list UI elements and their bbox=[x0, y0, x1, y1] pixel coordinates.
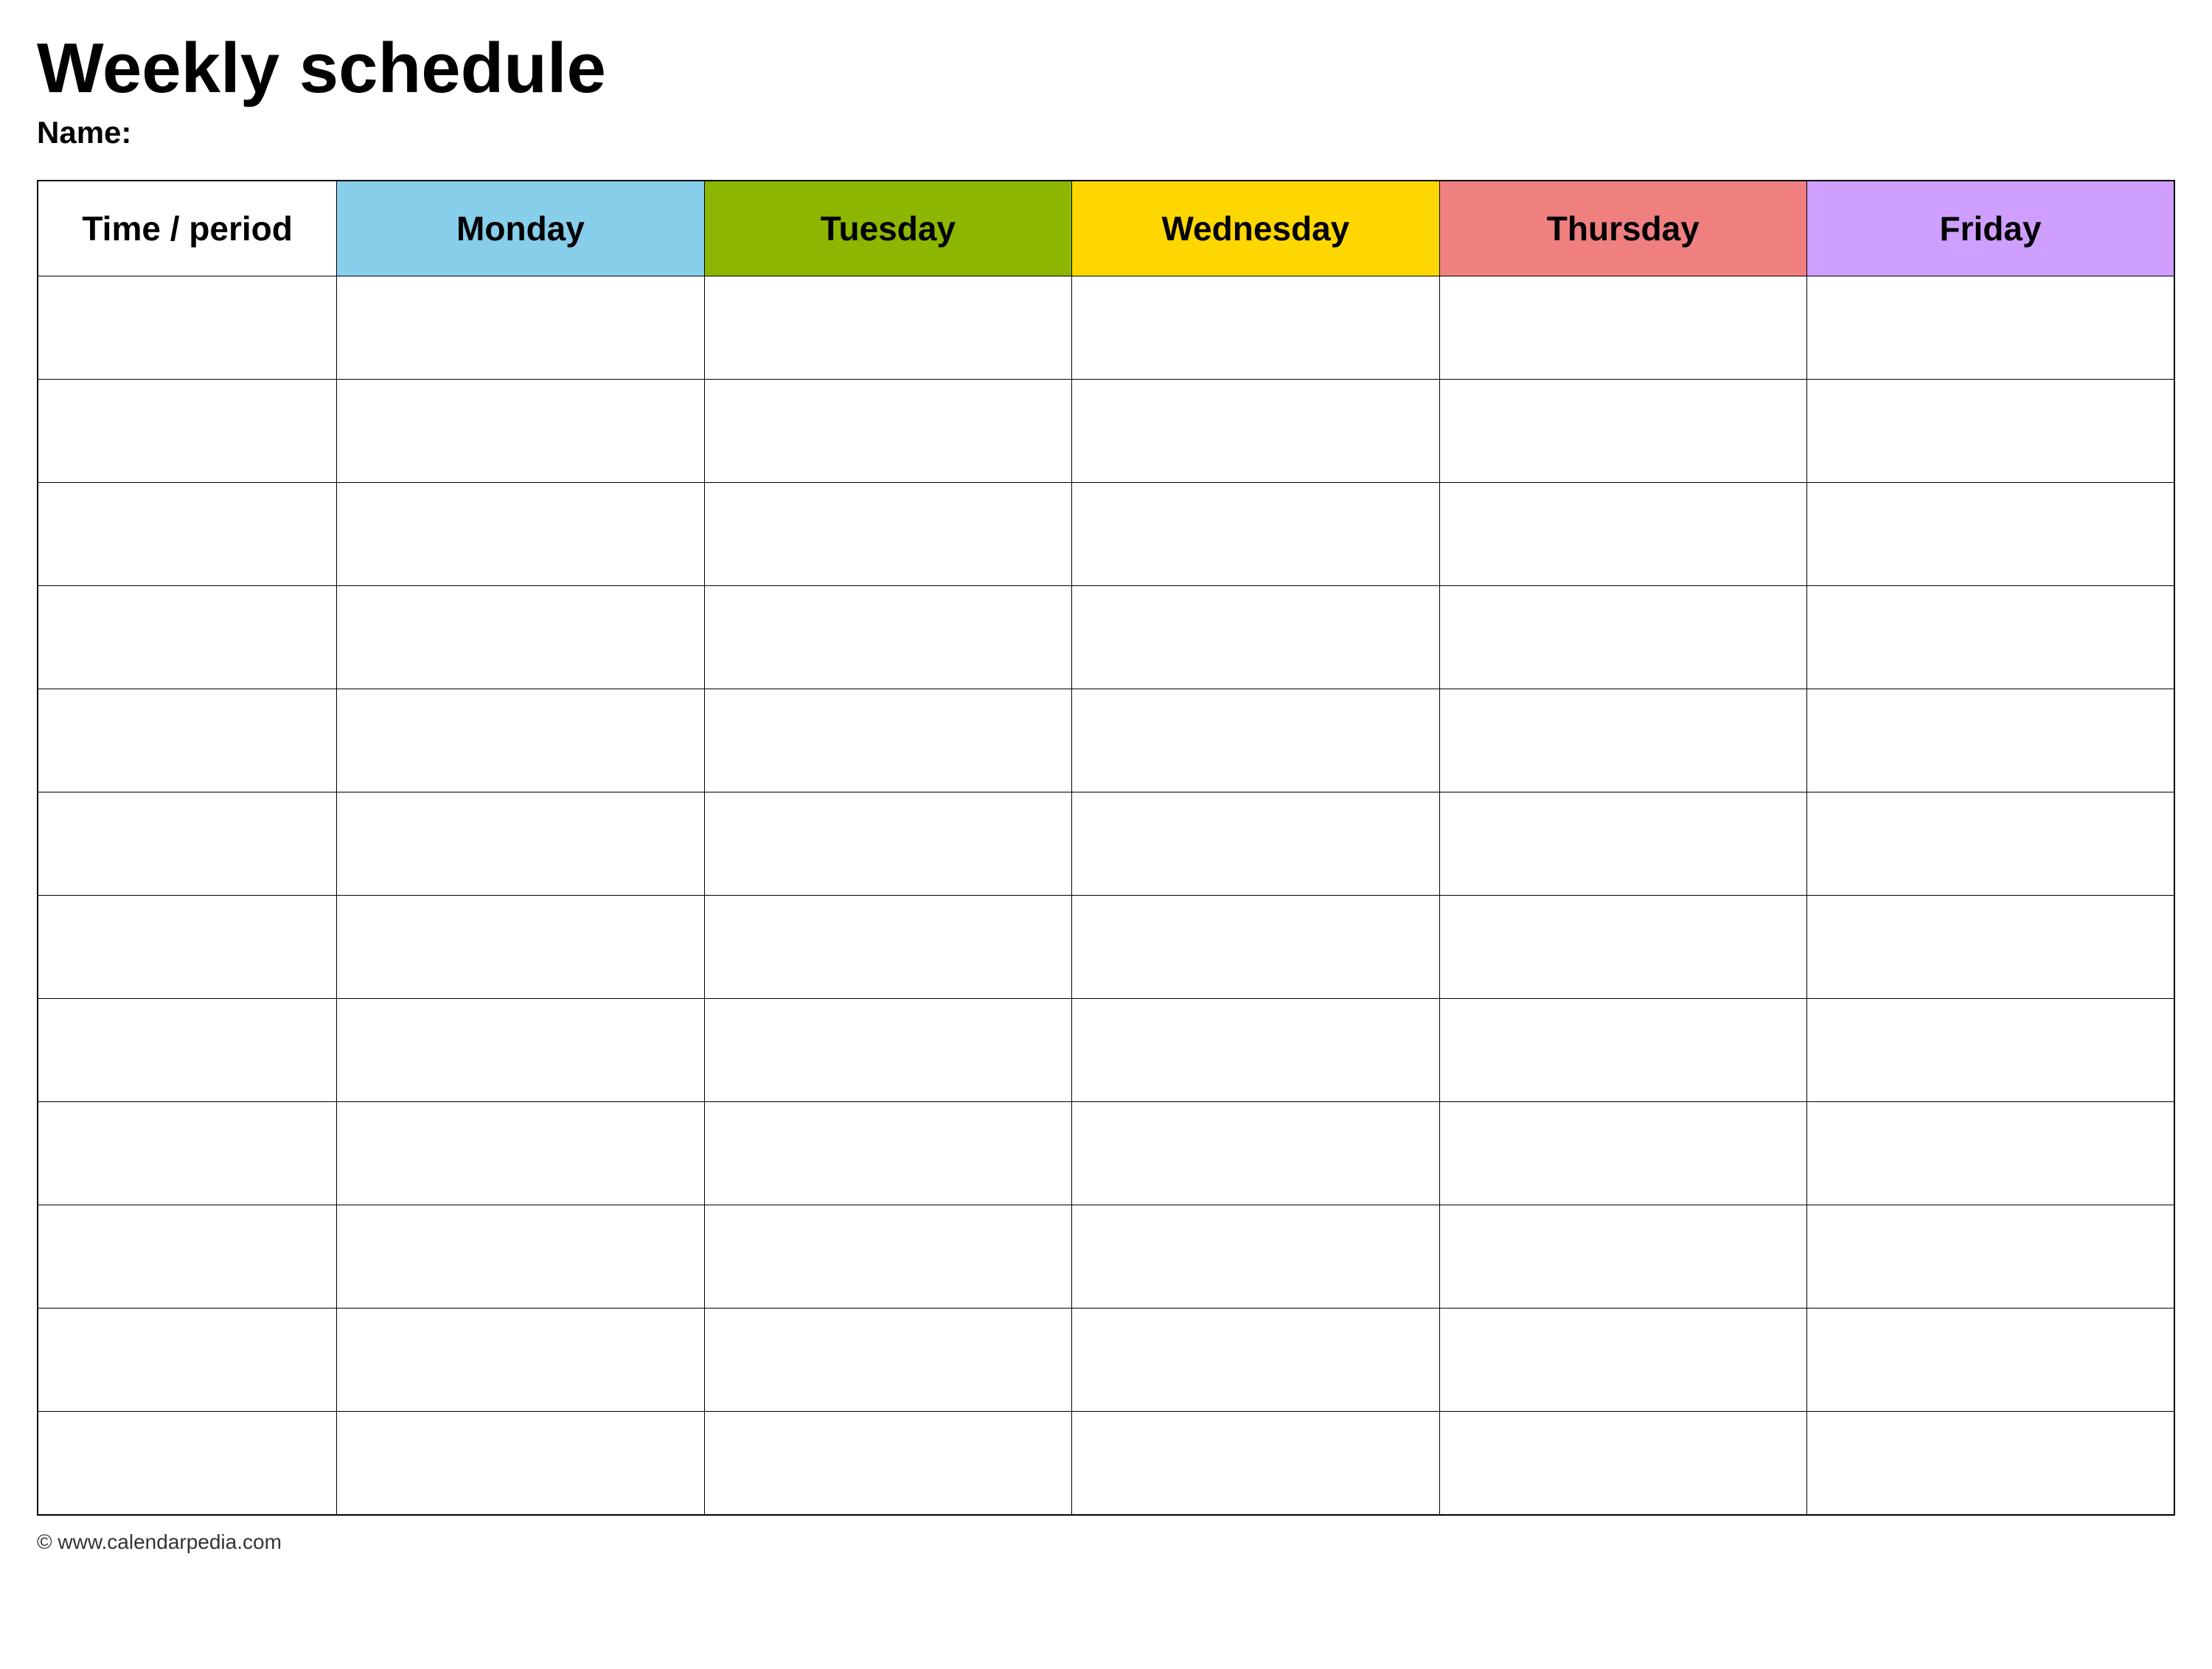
table-cell[interactable] bbox=[38, 1205, 337, 1309]
table-cell[interactable] bbox=[1439, 1205, 1806, 1309]
col-header-monday: Monday bbox=[337, 181, 704, 276]
table-cell[interactable] bbox=[337, 586, 704, 689]
table-cell[interactable] bbox=[704, 999, 1071, 1102]
table-cell[interactable] bbox=[1807, 896, 2174, 999]
table-row bbox=[38, 586, 2174, 689]
table-cell[interactable] bbox=[1439, 999, 1806, 1102]
table-row bbox=[38, 1205, 2174, 1309]
table-cell[interactable] bbox=[38, 689, 337, 792]
table-cell[interactable] bbox=[38, 1412, 337, 1515]
page-title: Weekly schedule bbox=[37, 29, 2175, 108]
col-header-thursday: Thursday bbox=[1439, 181, 1806, 276]
table-row bbox=[38, 896, 2174, 999]
table-cell[interactable] bbox=[38, 999, 337, 1102]
table-cell[interactable] bbox=[1439, 380, 1806, 483]
table-row bbox=[38, 1309, 2174, 1412]
table-cell[interactable] bbox=[1807, 689, 2174, 792]
table-cell[interactable] bbox=[1439, 1412, 1806, 1515]
table-row bbox=[38, 483, 2174, 586]
table-cell[interactable] bbox=[704, 380, 1071, 483]
table-cell[interactable] bbox=[1439, 586, 1806, 689]
table-cell[interactable] bbox=[38, 896, 337, 999]
table-cell[interactable] bbox=[1807, 999, 2174, 1102]
table-row bbox=[38, 689, 2174, 792]
table-row bbox=[38, 999, 2174, 1102]
table-cell[interactable] bbox=[1072, 483, 1439, 586]
table-row bbox=[38, 792, 2174, 896]
col-header-tuesday: Tuesday bbox=[704, 181, 1071, 276]
col-header-wednesday: Wednesday bbox=[1072, 181, 1439, 276]
table-cell[interactable] bbox=[1072, 1309, 1439, 1412]
table-cell[interactable] bbox=[1807, 1205, 2174, 1309]
table-cell[interactable] bbox=[1072, 999, 1439, 1102]
table-cell[interactable] bbox=[38, 792, 337, 896]
table-cell[interactable] bbox=[704, 276, 1071, 380]
table-cell[interactable] bbox=[1439, 689, 1806, 792]
col-header-time: Time / period bbox=[38, 181, 337, 276]
table-cell[interactable] bbox=[704, 1205, 1071, 1309]
table-cell[interactable] bbox=[1072, 1412, 1439, 1515]
table-cell[interactable] bbox=[337, 276, 704, 380]
table-row bbox=[38, 380, 2174, 483]
table-cell[interactable] bbox=[38, 483, 337, 586]
table-cell[interactable] bbox=[1439, 483, 1806, 586]
schedule-table: Time / period Monday Tuesday Wednesday T… bbox=[37, 180, 2175, 1516]
table-cell[interactable] bbox=[1072, 1205, 1439, 1309]
table-cell[interactable] bbox=[1807, 792, 2174, 896]
table-cell[interactable] bbox=[1439, 276, 1806, 380]
col-header-friday: Friday bbox=[1807, 181, 2174, 276]
table-cell[interactable] bbox=[337, 792, 704, 896]
table-cell[interactable] bbox=[1807, 1412, 2174, 1515]
table-cell[interactable] bbox=[1807, 380, 2174, 483]
table-row bbox=[38, 1412, 2174, 1515]
table-cell[interactable] bbox=[1439, 896, 1806, 999]
table-cell[interactable] bbox=[38, 1102, 337, 1205]
table-cell[interactable] bbox=[1072, 896, 1439, 999]
table-cell[interactable] bbox=[1807, 483, 2174, 586]
table-row bbox=[38, 276, 2174, 380]
table-cell[interactable] bbox=[1072, 1102, 1439, 1205]
table-cell[interactable] bbox=[337, 1102, 704, 1205]
table-cell[interactable] bbox=[1807, 276, 2174, 380]
table-cell[interactable] bbox=[1072, 689, 1439, 792]
table-cell[interactable] bbox=[337, 999, 704, 1102]
table-cell[interactable] bbox=[38, 276, 337, 380]
table-cell[interactable] bbox=[337, 483, 704, 586]
table-cell[interactable] bbox=[1807, 1102, 2174, 1205]
table-cell[interactable] bbox=[1072, 276, 1439, 380]
table-cell[interactable] bbox=[337, 1412, 704, 1515]
table-row bbox=[38, 1102, 2174, 1205]
footer-copyright: © www.calendarpedia.com bbox=[37, 1530, 2175, 1554]
table-cell[interactable] bbox=[704, 1412, 1071, 1515]
table-cell[interactable] bbox=[337, 689, 704, 792]
table-cell[interactable] bbox=[1072, 792, 1439, 896]
table-cell[interactable] bbox=[38, 380, 337, 483]
name-label: Name: bbox=[37, 115, 2175, 150]
table-cell[interactable] bbox=[1439, 1102, 1806, 1205]
table-cell[interactable] bbox=[704, 896, 1071, 999]
table-cell[interactable] bbox=[1072, 586, 1439, 689]
table-cell[interactable] bbox=[337, 896, 704, 999]
table-cell[interactable] bbox=[1807, 586, 2174, 689]
table-cell[interactable] bbox=[1807, 1309, 2174, 1412]
table-cell[interactable] bbox=[1439, 1309, 1806, 1412]
table-cell[interactable] bbox=[1439, 792, 1806, 896]
table-cell[interactable] bbox=[704, 1309, 1071, 1412]
table-cell[interactable] bbox=[704, 1102, 1071, 1205]
table-cell[interactable] bbox=[337, 1205, 704, 1309]
table-cell[interactable] bbox=[38, 586, 337, 689]
table-cell[interactable] bbox=[1072, 380, 1439, 483]
table-cell[interactable] bbox=[337, 380, 704, 483]
table-cell[interactable] bbox=[704, 586, 1071, 689]
table-cell[interactable] bbox=[704, 792, 1071, 896]
table-cell[interactable] bbox=[704, 483, 1071, 586]
table-cell[interactable] bbox=[704, 689, 1071, 792]
table-cell[interactable] bbox=[337, 1309, 704, 1412]
table-cell[interactable] bbox=[38, 1309, 337, 1412]
